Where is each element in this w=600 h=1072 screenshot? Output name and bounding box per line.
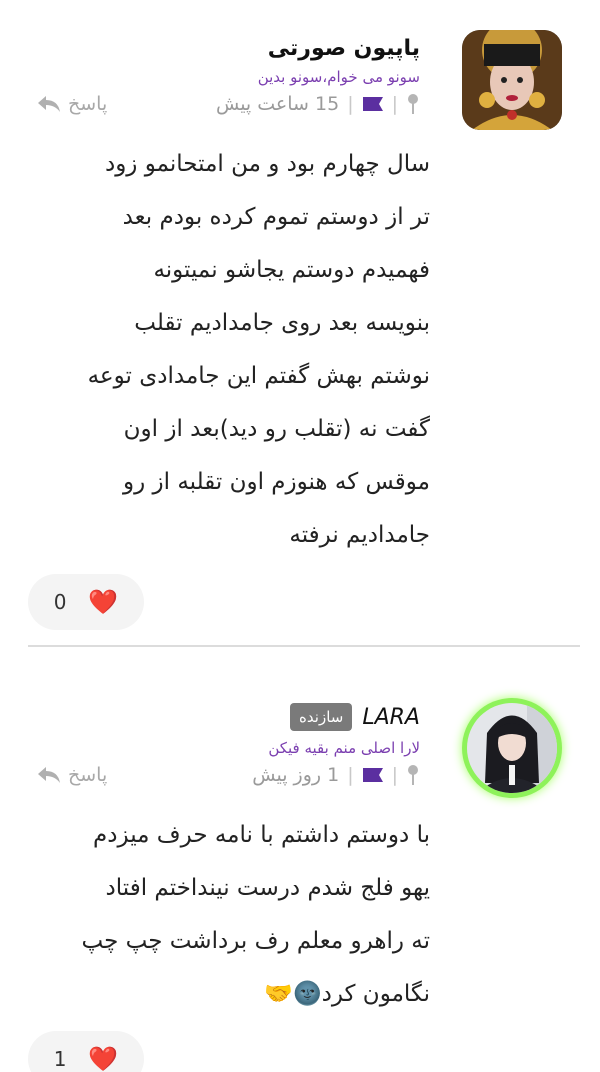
reply-arrow-icon (38, 767, 60, 783)
heart-icon: ❤️ (88, 1045, 119, 1072)
author-row: LARA سازنده (290, 699, 420, 735)
author-bio: سونو می خوام،سونو بدین (257, 68, 420, 86)
comment-line: جامدادیم نرفته (289, 522, 430, 548)
like-count: 0 (53, 590, 67, 614)
like-count: 1 (53, 1047, 67, 1071)
reply-label: پاسخ (68, 764, 108, 786)
comment-body: سال چهارم بود و من امتحانمو زود تر از دو… (30, 138, 430, 562)
comment-card: LARA سازنده لارا اصلی منم بقیه فیکن | | … (0, 647, 600, 1072)
comment-line: ته راهرو معلم رف برداشت چپ چپ (81, 928, 431, 954)
reply-button[interactable]: پاسخ (36, 93, 107, 115)
author-name[interactable]: LARA (362, 705, 420, 730)
author-name[interactable]: پاپیون صورتی (268, 36, 420, 61)
comment-time: 1 روز پیش (252, 764, 340, 786)
meta-separator: | (391, 764, 398, 786)
avatar[interactable] (462, 698, 562, 798)
comment-meta: | | 15 ساعت پیش (216, 93, 420, 115)
comment-line: بنویسه بعد روی جامدادیم تقلب (134, 310, 430, 336)
comment-time: 15 ساعت پیش (215, 93, 340, 115)
meta-separator: | (347, 764, 354, 786)
comment-line: گفت نه (تقلب رو دید)بعد از اون (123, 416, 430, 442)
author-row: پاپیون صورتی (268, 30, 420, 66)
comment-line: تر از دوستم تموم کرده بودم بعد (122, 204, 430, 230)
comment-line: یهو فلج شدم درست نینداختم افتاد (105, 875, 430, 901)
meta-separator: | (391, 93, 398, 115)
comment-meta: | | 1 روز پیش (252, 764, 420, 786)
comment-body: با دوستم داشتم با نامه حرف میزدم یهو فلج… (30, 809, 431, 1021)
like-button[interactable]: 0 ❤️ (28, 574, 144, 630)
pin-icon[interactable] (406, 764, 420, 786)
flag-icon[interactable] (362, 767, 384, 783)
comment-line: نگامون کرد🌚🤝 (264, 981, 430, 1007)
creator-badge: سازنده (290, 703, 353, 731)
pin-icon[interactable] (406, 93, 420, 115)
like-button[interactable]: 1 ❤️ (28, 1031, 144, 1072)
reply-label: پاسخ (68, 93, 108, 115)
reply-arrow-icon (38, 96, 60, 112)
comment-card: پاپیون صورتی سونو می خوام،سونو بدین | | … (0, 0, 600, 645)
comment-line: نوشتم بهش گفتم این جامدادی توعه (87, 363, 430, 389)
comment-line: فهمیدم دوستم یجاشو نمیتونه (153, 257, 430, 283)
heart-icon: ❤️ (88, 588, 119, 616)
comment-line: سال چهارم بود و من امتحانمو زود (104, 151, 430, 177)
comment-line: با دوستم داشتم با نامه حرف میزدم (93, 822, 430, 848)
flag-icon[interactable] (362, 96, 384, 112)
avatar[interactable] (462, 30, 562, 130)
comment-line: موقس که هنوزم اون تقلبه از رو (123, 469, 430, 495)
reply-button[interactable]: پاسخ (36, 764, 107, 786)
author-bio: لارا اصلی منم بقیه فیکن (268, 739, 420, 757)
meta-separator: | (347, 93, 354, 115)
